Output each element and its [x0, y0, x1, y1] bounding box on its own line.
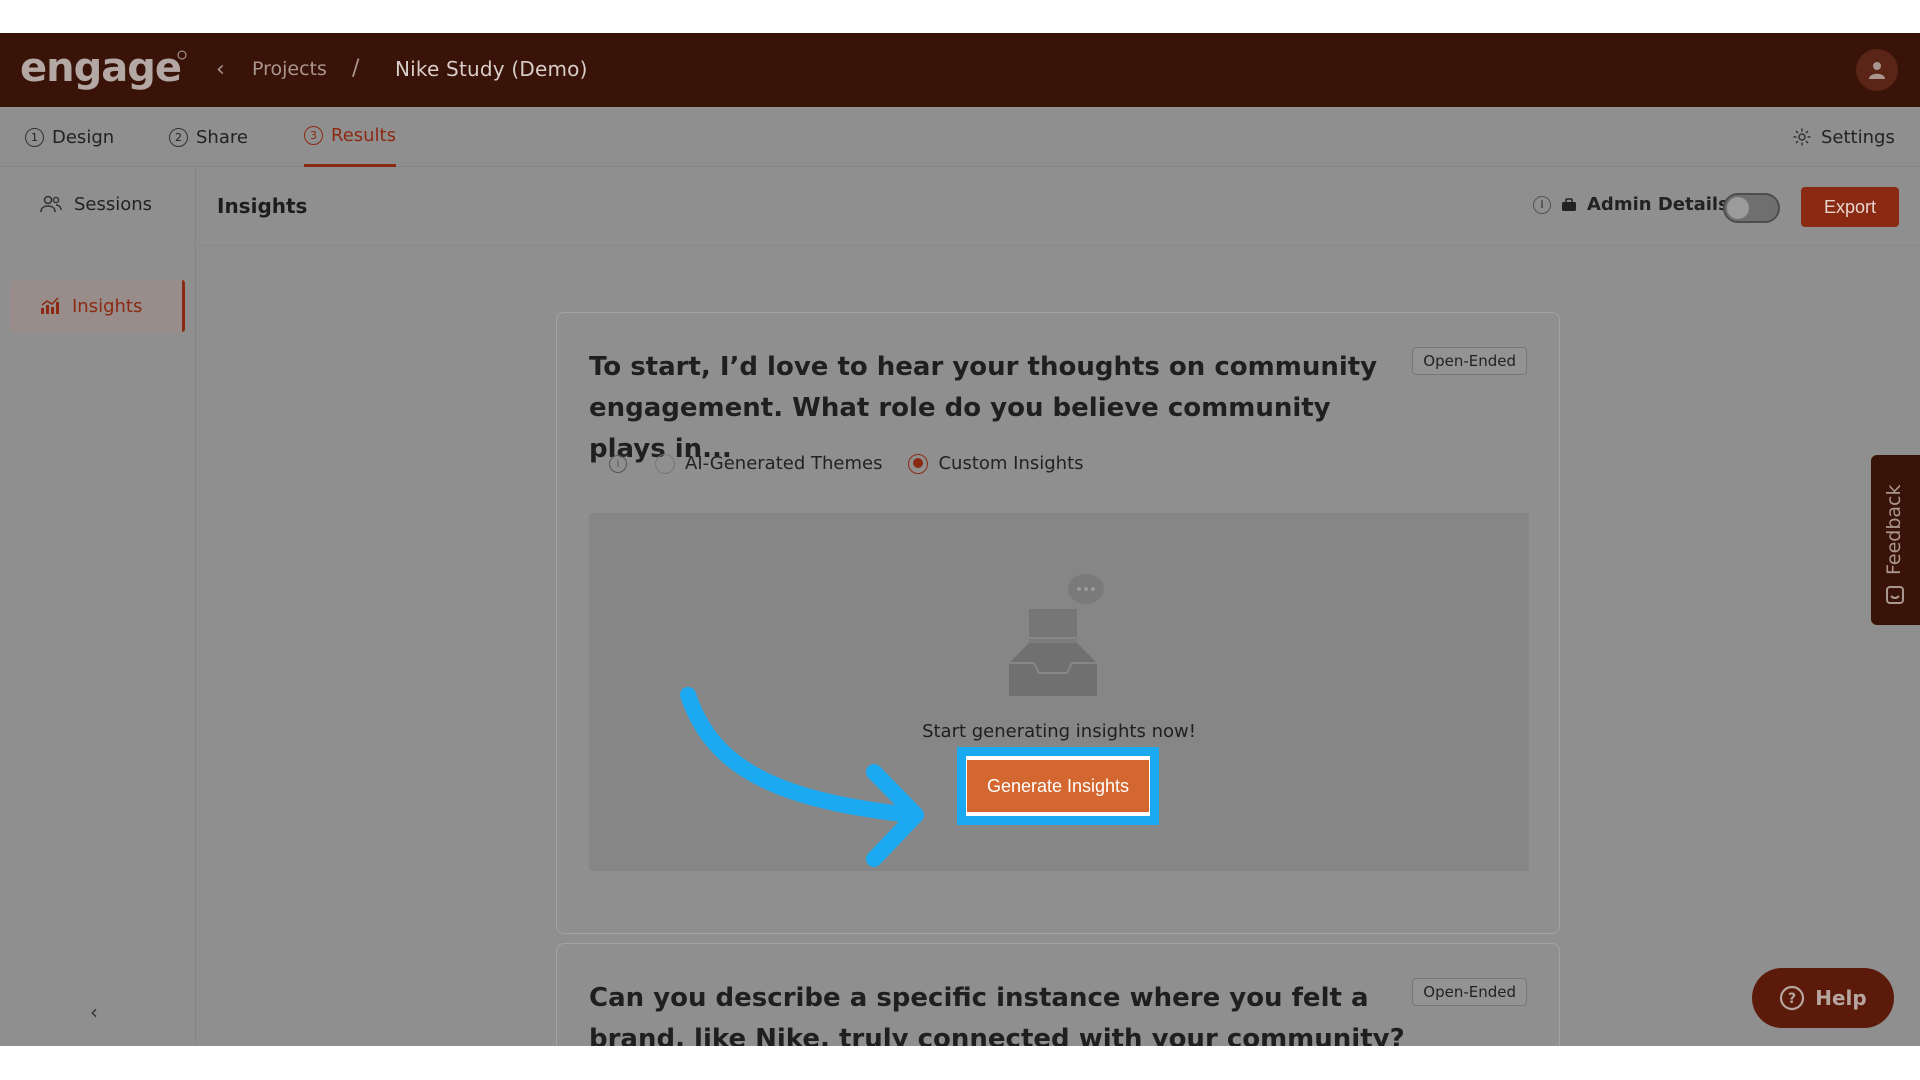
sidebar-item-insights[interactable]: Insights	[10, 280, 185, 332]
tab-share[interactable]: 2 Share	[169, 107, 248, 167]
radio-ai-themes[interactable]	[655, 453, 675, 474]
sidebar-item-label: Sessions	[74, 193, 153, 215]
question-card: Can you describe a specific instance whe…	[556, 943, 1560, 1046]
help-label: Help	[1815, 986, 1867, 1010]
question-text: To start, I’d love to hear your thoughts…	[589, 352, 1378, 464]
sidebar: Sessions Insights ‹	[0, 168, 196, 1046]
user-icon	[1869, 62, 1885, 79]
page-title: Insights	[217, 194, 308, 218]
briefcase-icon	[1562, 197, 1576, 211]
question-circle-icon: ?	[1780, 985, 1805, 1011]
svg-text:engage: engage	[20, 47, 181, 91]
info-icon[interactable]: i	[1533, 195, 1551, 214]
info-icon[interactable]: i	[609, 454, 627, 473]
step-tabs: 1 Design 2 Share 3 Results Settings	[0, 107, 1920, 167]
feedback-label: Feedback	[1883, 484, 1905, 575]
sidebar-item-label: Insights	[72, 295, 143, 317]
svg-text:?: ?	[1788, 991, 1796, 1007]
settings-label: Settings	[1821, 126, 1895, 148]
admin-details-toggle[interactable]	[1723, 193, 1780, 223]
radio-label[interactable]: Custom Insights	[938, 453, 1083, 474]
inbox-illustration-icon	[1009, 574, 1104, 696]
tab-label: Results	[331, 125, 396, 146]
tab-label: Share	[196, 126, 248, 148]
radio-custom-insights[interactable]	[908, 453, 929, 474]
step-number: 2	[169, 127, 188, 147]
tab-label: Design	[52, 126, 115, 148]
tab-design[interactable]: 1 Design	[25, 107, 114, 167]
page-header: Insights i Admin Details Export	[197, 168, 1920, 246]
question-type-badge: Open-Ended	[1412, 978, 1527, 1006]
feedback-tab[interactable]: Feedback	[1871, 455, 1920, 625]
project-title: Nike Study (Demo)	[395, 57, 588, 81]
annotation-arrow-icon	[680, 687, 924, 867]
admin-details-label: Admin Details	[1587, 194, 1729, 215]
step-number: 3	[304, 126, 323, 145]
breadcrumb-separator: /	[352, 56, 360, 81]
question-text: Can you describe a specific instance whe…	[589, 983, 1405, 1046]
export-button[interactable]: Export	[1801, 187, 1899, 227]
engage-logo[interactable]: engage	[20, 47, 190, 91]
breadcrumb-projects[interactable]: Projects	[252, 58, 327, 80]
insight-mode-selector: i AI-Generated Themes Custom Insights	[609, 453, 1084, 474]
user-avatar[interactable]	[1856, 49, 1898, 91]
step-number: 1	[25, 127, 44, 147]
toggle-knob	[1727, 197, 1749, 219]
chevron-left-icon[interactable]: ‹	[216, 57, 225, 82]
radio-label[interactable]: AI-Generated Themes	[685, 453, 882, 474]
question-type-badge: Open-Ended	[1412, 347, 1527, 375]
settings-button[interactable]: Settings	[1792, 107, 1895, 167]
generate-insights-button[interactable]: Generate Insights	[967, 760, 1149, 812]
generate-insights-highlight: Generate Insights	[957, 747, 1159, 825]
top-bar: engage ‹ Projects / Nike Study (Demo)	[0, 33, 1920, 107]
users-icon	[40, 195, 62, 213]
smile-icon	[1886, 586, 1904, 604]
help-button[interactable]: ? Help	[1752, 968, 1894, 1028]
chart-icon	[41, 297, 59, 314]
gear-icon	[1793, 128, 1811, 146]
tab-results[interactable]: 3 Results	[304, 107, 396, 167]
app-screen: engage ‹ Projects / Nike Study (Demo) 1 …	[0, 33, 1920, 1046]
admin-details: i Admin Details	[1533, 194, 1729, 215]
sidebar-item-sessions[interactable]: Sessions	[10, 178, 185, 230]
collapse-sidebar-icon[interactable]: ‹	[90, 1000, 98, 1024]
